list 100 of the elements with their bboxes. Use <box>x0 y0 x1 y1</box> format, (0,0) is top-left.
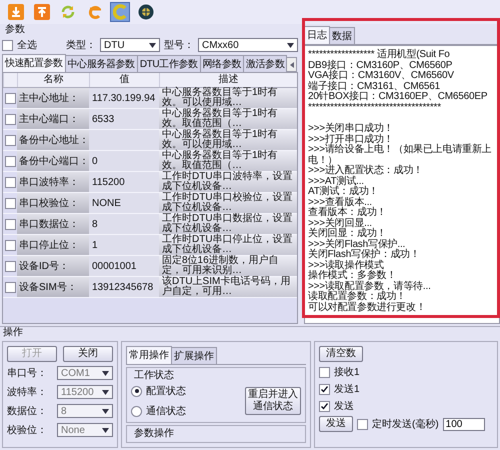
param-value-cell[interactable]: 00001001 <box>89 256 159 276</box>
radio-button[interactable] <box>131 406 142 416</box>
send-button[interactable]: 发送 <box>319 416 353 432</box>
checkbox[interactable] <box>319 400 330 412</box>
checkbox[interactable] <box>357 418 368 430</box>
param-name-cell: 串口停止位： <box>17 235 89 255</box>
tab[interactable]: DTU工作参数 <box>136 55 201 72</box>
log-line: 20针BOX接口：CM3160EP、CM6560EP <box>308 92 488 102</box>
param-value-cell[interactable]: 117.30.199.94 <box>89 88 159 108</box>
param-description-cell: 该DTU上SIM卡电话号码，用户自定，可用… <box>159 277 297 297</box>
checkbox-label: 全选 <box>17 38 37 52</box>
log-line: >>>打开串口成功！ <box>308 134 395 144</box>
log-line: >>>进入配置状态：成功！ <box>308 166 424 176</box>
serial-select[interactable]: 115200 <box>57 385 113 399</box>
serial-select[interactable]: 8 <box>57 404 113 418</box>
log-line: >>>关闭Flash写保护... <box>308 240 406 250</box>
upload-icon <box>34 4 50 20</box>
tab[interactable]: 扩展操作 <box>171 347 217 364</box>
caret-icon <box>102 370 109 376</box>
param-name-cell: 设备ID号： <box>17 256 89 276</box>
row-checkbox[interactable] <box>4 218 16 230</box>
tab[interactable]: 网络参数 <box>200 55 244 72</box>
field-label: 型号： <box>164 38 194 52</box>
param-value-cell[interactable]: 115200 <box>89 172 159 192</box>
row-checkbox[interactable] <box>4 92 16 104</box>
download-icon <box>8 4 24 20</box>
serial-button[interactable]: 关闭 <box>63 346 113 362</box>
param-description-cell: 工作时DTU串口数据位，设置成下位机设备… <box>159 214 297 234</box>
tab[interactable]: 快速配置参数 <box>2 54 66 72</box>
column-header: 描述 <box>159 73 297 87</box>
param-name-cell: 串口校验位： <box>17 193 89 213</box>
field-label: 类型： <box>66 38 96 52</box>
caret-icon <box>287 42 294 48</box>
group-title: 参数 <box>4 24 26 36</box>
log-line: >>>请给设备上电！（如果已上电请重新上电！） <box>308 145 493 166</box>
log-line: 操作模式：多参数！ <box>308 271 396 281</box>
log-line: ************************************ <box>308 102 442 113</box>
model-select[interactable]: CMxx60 <box>198 38 298 52</box>
tab[interactable]: 常用操作 <box>126 346 172 364</box>
param-value-cell[interactable]: 13912345678 <box>89 277 159 297</box>
left-arrow-icon <box>290 62 294 68</box>
param-value-cell[interactable]: 6533 <box>89 109 159 129</box>
param-name-cell: 串口数据位： <box>17 214 89 234</box>
field-label: 波特率： <box>7 386 48 399</box>
clear-button[interactable]: 清空数 <box>319 346 363 362</box>
radio-button[interactable] <box>131 386 142 396</box>
checkbox-label: 发送1 <box>334 383 360 396</box>
tab[interactable]: 中心服务器参数 <box>64 55 138 72</box>
tab[interactable]: 激活参数 <box>242 55 288 72</box>
row-checkbox[interactable] <box>4 198 16 208</box>
checkbox[interactable] <box>319 384 330 394</box>
param-value-cell[interactable]: 1 <box>89 235 159 255</box>
log-line: VGA接口：CM3160V、CM6560V <box>308 71 455 81</box>
scroll-button[interactable] <box>286 57 298 72</box>
log-line: >>>关闭串口成功！ <box>308 124 395 134</box>
column-header: 名称 <box>17 73 89 87</box>
tab[interactable]: 日志 <box>304 26 330 44</box>
log-line: >>>读取操作模式 <box>308 260 384 270</box>
toolbar-button[interactable] <box>136 2 156 22</box>
param-value-cell[interactable]: 8 <box>89 214 159 234</box>
serial-select[interactable]: COM1 <box>57 366 113 380</box>
restart-button[interactable]: 重启并进入通信状态 <box>245 387 301 415</box>
field-label: 校验位： <box>7 424 48 437</box>
row-checkbox[interactable] <box>4 240 16 250</box>
type-select[interactable]: DTU <box>100 38 160 52</box>
param-value-cell[interactable]: 0 <box>89 151 159 171</box>
radio-label: 配置状态 <box>146 384 186 398</box>
checkbox[interactable] <box>2 40 13 50</box>
row-checkbox[interactable] <box>4 260 16 272</box>
serial-select[interactable]: None <box>57 423 113 437</box>
row-checkbox[interactable] <box>4 134 16 146</box>
tab[interactable]: 数据 <box>329 27 355 44</box>
check-icon <box>321 386 328 392</box>
log-line: 可以对配置参数进行更改！ <box>308 302 427 313</box>
column-header: 值 <box>89 73 159 87</box>
interval-field[interactable]: 100 <box>442 418 485 430</box>
param-name-cell: 主中心端口： <box>17 109 89 129</box>
field-label: 数据位： <box>7 405 48 418</box>
row-checkbox[interactable] <box>4 176 16 188</box>
checkbox[interactable] <box>319 366 330 378</box>
param-description-cell: 工作时DTU串口校验位，设置成下位机设备… <box>159 193 297 213</box>
log-line: 端子接口：CM3161、CM6561 <box>308 82 441 92</box>
param-value-cell[interactable]: NONE <box>89 193 159 213</box>
globe-icon <box>138 4 154 20</box>
param-name-cell: 设备SIM号： <box>17 277 89 297</box>
log-line: >>>查看版本... <box>308 198 372 208</box>
param-value-cell[interactable] <box>89 130 159 150</box>
letter-e-icon <box>87 4 101 20</box>
log-line: AT测试：成功！ <box>308 187 380 197</box>
caret-icon <box>102 408 109 414</box>
group-title: 参数操作 <box>133 428 174 439</box>
log-line: ****************** 适用机型(Suit Fo <box>308 50 451 60</box>
row-checkbox[interactable] <box>4 114 16 124</box>
param-name-cell: 备份中心端口： <box>17 151 89 171</box>
row-checkbox[interactable] <box>4 156 16 166</box>
field-label: 串口号： <box>7 366 48 380</box>
caret-icon <box>149 42 156 48</box>
checkbox-label: 发送 <box>334 400 354 413</box>
row-checkbox[interactable] <box>4 282 16 292</box>
checkbox-label: 定时发送(毫秒) <box>372 418 439 431</box>
